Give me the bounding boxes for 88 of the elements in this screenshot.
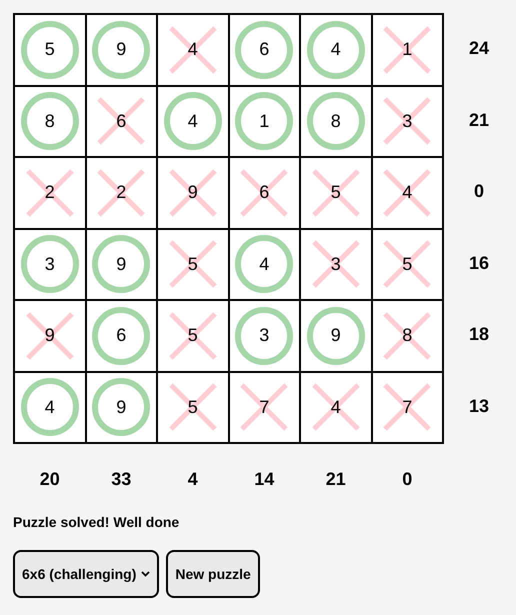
cross-mark	[310, 239, 361, 290]
grid-cell[interactable]: 5	[372, 228, 443, 300]
grid-cell[interactable]: 9	[157, 157, 228, 228]
grid-cell[interactable]: 6	[228, 157, 300, 228]
cross-mark	[382, 239, 432, 290]
grid-cell[interactable]: 7	[372, 372, 443, 443]
grid-cell[interactable]: 2	[14, 157, 86, 228]
grid-cell[interactable]: 8	[372, 300, 443, 372]
circle-mark	[306, 20, 366, 80]
grid-cell[interactable]: 4	[14, 372, 86, 443]
grid-cell[interactable]: 4	[157, 86, 228, 157]
grid-cell[interactable]: 1	[372, 14, 443, 86]
grid-cell[interactable]: 4	[372, 157, 443, 228]
grid-cell[interactable]: 3	[372, 86, 443, 157]
grid-cell[interactable]: 8	[14, 86, 86, 157]
column-sum: 14	[253, 468, 276, 490]
grid-cell[interactable]: 6	[86, 86, 157, 157]
size-dropdown[interactable]: 6x6 (challenging)	[13, 550, 160, 598]
circle-mark	[306, 306, 366, 366]
row-sum: 24	[468, 37, 490, 60]
cross-mark	[382, 24, 432, 75]
cross-mark	[24, 168, 75, 218]
cross-mark	[310, 168, 361, 218]
column-sum: 4	[186, 468, 199, 490]
grid-cell[interactable]: 8	[300, 86, 372, 157]
circle-mark	[91, 234, 152, 294]
row-sum: 0	[472, 180, 485, 204]
circle-mark	[234, 91, 294, 152]
grid-cell[interactable]: 5	[157, 300, 228, 372]
grid-cell[interactable]: 4	[300, 372, 372, 443]
cross-mark	[168, 168, 218, 218]
grid-cell[interactable]: 5	[14, 14, 86, 86]
row-sum: 21	[468, 108, 490, 132]
cross-mark	[96, 168, 146, 218]
circle-mark	[91, 377, 152, 438]
column-sum: 21	[324, 468, 347, 490]
circle-mark	[91, 20, 152, 80]
cross-mark	[96, 96, 146, 146]
grid-cell[interactable]: 4	[228, 228, 300, 300]
cross-mark	[382, 382, 432, 432]
circle-mark	[91, 306, 152, 366]
grid-cell[interactable]: 5	[157, 372, 228, 443]
cross-mark	[24, 310, 75, 361]
row-sum: 18	[468, 323, 490, 346]
cross-mark	[310, 382, 361, 432]
caret-icon	[141, 571, 150, 577]
grid-cell[interactable]: 4	[300, 14, 372, 86]
circle-mark	[20, 234, 80, 294]
circle-mark	[162, 91, 223, 152]
row-sum: 16	[468, 252, 490, 275]
column-sum: 33	[110, 468, 132, 490]
status-message: Puzzle solved! Well done	[13, 514, 180, 530]
grid-cell[interactable]: 9	[86, 372, 157, 443]
grid-cell[interactable]: 5	[300, 157, 372, 228]
circle-mark	[234, 234, 294, 294]
grid-cell[interactable]: 6	[86, 300, 157, 372]
grid-cell[interactable]: 9	[86, 228, 157, 300]
row-sum: 13	[468, 394, 490, 418]
circle-mark	[306, 91, 366, 152]
cross-mark	[382, 310, 432, 361]
column-sum: 20	[38, 468, 61, 490]
cross-mark	[239, 382, 290, 432]
grid-cell[interactable]: 7	[228, 372, 300, 443]
circle-mark	[20, 20, 80, 80]
grid-cell[interactable]: 9	[14, 300, 86, 372]
new-puzzle-button[interactable]: New puzzle	[166, 550, 260, 598]
cross-mark	[382, 168, 432, 218]
grid-cell[interactable]: 4	[157, 14, 228, 86]
cross-mark	[382, 96, 432, 146]
grid-cell[interactable]: 3	[14, 228, 86, 300]
grid-cell[interactable]: 3	[300, 228, 372, 300]
cross-mark	[168, 24, 218, 75]
grid-cell[interactable]: 6	[228, 14, 300, 86]
grid-cell[interactable]: 1	[228, 86, 300, 157]
grid-cell[interactable]: 9	[300, 300, 372, 372]
cross-mark	[239, 168, 290, 218]
grid-cell[interactable]: 9	[86, 14, 157, 86]
circle-mark	[234, 306, 294, 366]
cross-mark	[168, 382, 218, 432]
circle-mark	[20, 91, 80, 152]
column-sum: 0	[401, 468, 414, 490]
circle-mark	[20, 377, 80, 438]
grid-cell[interactable]: 2	[86, 157, 157, 228]
cross-mark	[168, 310, 218, 361]
grid-cell[interactable]: 3	[228, 300, 300, 372]
circle-mark	[234, 20, 294, 80]
cross-mark	[168, 239, 218, 290]
grid-cell[interactable]: 5	[157, 228, 228, 300]
